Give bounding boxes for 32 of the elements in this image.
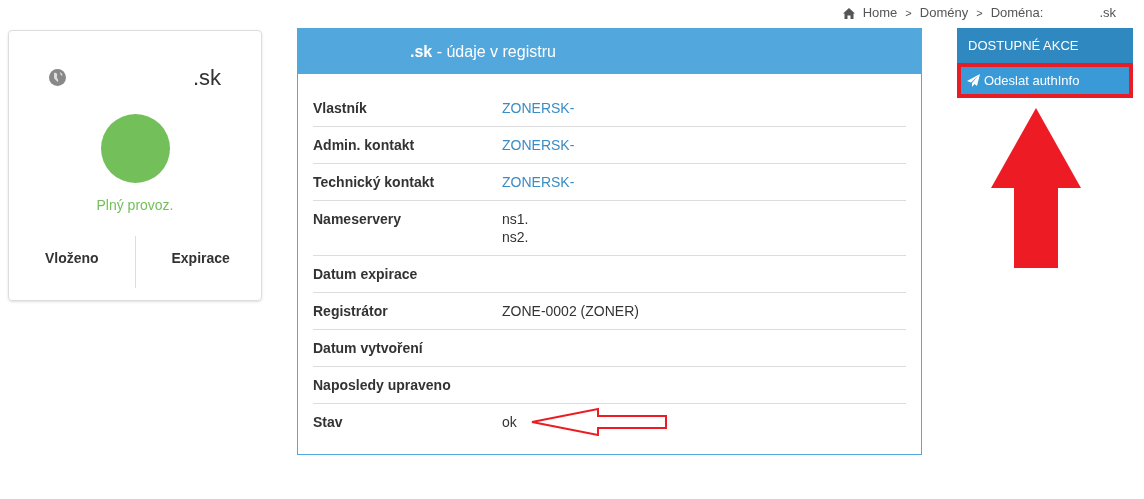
breadcrumb-separator: > xyxy=(905,5,912,21)
field-label: Registrátor xyxy=(313,302,389,320)
field-value: ok xyxy=(502,413,517,431)
field-value: ZONE-0002 (ZONER) xyxy=(502,302,639,320)
breadcrumb-link[interactable]: Domény xyxy=(919,3,969,23)
send-authinfo-button[interactable]: Odeslat authInfo xyxy=(957,63,1133,98)
status-text: Plný provoz. xyxy=(96,196,174,215)
stat-label: Expirace xyxy=(171,250,230,266)
breadcrumb-text: .sk xyxy=(1099,4,1116,23)
paper-plane-icon xyxy=(967,74,980,87)
stat-label: Vloženo xyxy=(45,250,99,266)
contact-link[interactable]: ZONERSK- xyxy=(502,136,575,154)
domain-name: .sk xyxy=(192,64,221,92)
panel-title: .sk - údaje v registru xyxy=(410,41,556,62)
field-label: Nameservery xyxy=(313,210,402,229)
field-label: Naposledy upraveno xyxy=(313,376,452,394)
breadcrumb-link[interactable]: Home xyxy=(862,3,898,23)
breadcrumb-separator: > xyxy=(976,5,983,21)
home-icon xyxy=(842,7,855,19)
field-label: Admin. kontakt xyxy=(313,136,416,154)
actions-title: DOSTUPNÉ AKCE xyxy=(968,36,1079,55)
field-label: Vlastník xyxy=(313,99,368,117)
breadcrumb-link[interactable]: Doména: xyxy=(990,3,1044,23)
field-label: Technický kontakt xyxy=(313,173,436,191)
field-label: Stav xyxy=(313,413,344,431)
field-value: ns1. xyxy=(502,210,529,228)
contact-link[interactable]: ZONERSK- xyxy=(502,99,575,117)
contact-link[interactable]: ZONERSK- xyxy=(502,173,575,191)
field-label: Datum vytvoření xyxy=(313,339,424,357)
field-label: Datum expirace xyxy=(313,265,419,283)
globe-icon xyxy=(49,69,66,86)
field-value: ns2. xyxy=(502,228,529,246)
